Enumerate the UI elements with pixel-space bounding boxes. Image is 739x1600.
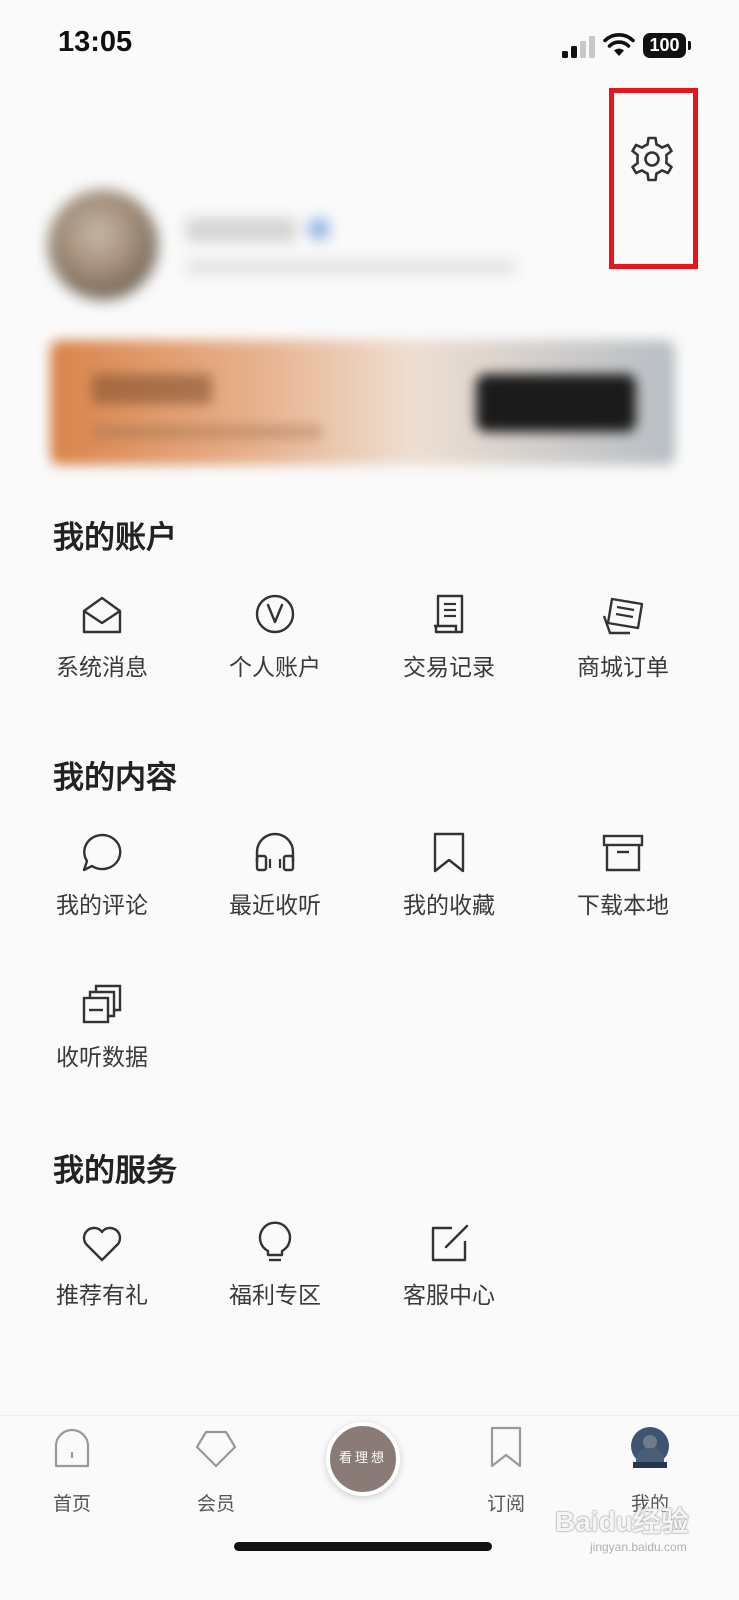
section-title-account: 我的账户 <box>53 520 177 556</box>
profile-description-blurred <box>186 260 516 274</box>
tab-label: 首页 <box>52 1493 91 1515</box>
section-title-content: 我的内容 <box>53 760 177 796</box>
grid-item-customer-service[interactable]: 客服中心 <box>384 1218 514 1328</box>
envelope-open-icon <box>77 590 127 640</box>
grid-item-referral-gift[interactable]: 推荐有礼 <box>37 1218 167 1328</box>
grid-item-my-comments[interactable]: 我的评论 <box>37 828 167 938</box>
tab-subscriptions[interactable]: 订阅 <box>456 1426 556 1516</box>
tab-label: 会员 <box>196 1493 235 1515</box>
tab-membership[interactable]: 会员 <box>166 1426 266 1516</box>
grid-item-transactions[interactable]: 交易记录 <box>384 590 514 700</box>
lightbulb-icon <box>250 1218 300 1268</box>
grid-label: 客服中心 <box>403 1283 495 1309</box>
status-bar: 13:05 100 <box>0 0 739 92</box>
watermark-url: jingyan.baidu.com <box>590 1540 687 1554</box>
status-time: 13:05 <box>58 26 133 58</box>
center-brand-button[interactable]: 看理想 <box>326 1422 400 1496</box>
banner-action-button[interactable] <box>476 374 636 432</box>
battery-level: 100 <box>643 33 686 58</box>
grid-item-mall-orders[interactable]: 商城订单 <box>558 590 688 700</box>
chat-bubble-icon <box>77 828 127 878</box>
gear-icon[interactable] <box>627 134 677 184</box>
edit-square-icon <box>424 1218 474 1268</box>
grid-item-my-favorites[interactable]: 我的收藏 <box>384 828 514 938</box>
v-circle-icon <box>250 590 300 640</box>
bookmark-icon <box>490 1426 522 1468</box>
home-icon <box>54 1428 90 1468</box>
banner-title-blurred <box>92 374 212 404</box>
battery-icon: 100 <box>643 33 691 58</box>
grid-item-downloads[interactable]: 下载本地 <box>558 828 688 938</box>
stacked-cards-icon <box>77 980 127 1030</box>
banner-subtitle-blurred <box>92 426 322 438</box>
grid-item-benefits-zone[interactable]: 福利专区 <box>210 1218 340 1328</box>
grid-label: 下载本地 <box>577 893 669 919</box>
grid-item-personal-account[interactable]: 个人账户 <box>210 590 340 700</box>
avatar-icon <box>631 1427 669 1468</box>
grid-label: 商城订单 <box>577 655 669 681</box>
grid-label: 我的收藏 <box>403 893 495 919</box>
grid-label: 我的评论 <box>56 893 148 919</box>
receipt-icon <box>424 590 474 640</box>
grid-label: 福利专区 <box>229 1283 321 1309</box>
archive-box-icon <box>598 828 648 878</box>
membership-banner[interactable] <box>50 340 675 465</box>
wifi-icon <box>603 33 635 56</box>
grid-label: 收听数据 <box>56 1045 148 1071</box>
section-title-services: 我的服务 <box>53 1153 177 1189</box>
username-blurred <box>186 218 296 242</box>
grid-label: 最近收听 <box>229 893 321 919</box>
cellular-signal-icon <box>562 36 595 58</box>
profile-header[interactable] <box>40 190 560 305</box>
bookmark-icon <box>424 828 474 878</box>
grid-label: 系统消息 <box>56 655 148 681</box>
grid-item-recent-listening[interactable]: 最近收听 <box>210 828 340 938</box>
battery-tip <box>688 41 691 50</box>
home-indicator <box>234 1542 492 1551</box>
grid-label: 推荐有礼 <box>56 1283 148 1309</box>
order-list-icon <box>598 590 648 640</box>
pentagon-icon <box>196 1430 236 1468</box>
heart-icon <box>77 1218 127 1268</box>
verified-badge-icon <box>308 218 330 240</box>
tab-home[interactable]: 首页 <box>22 1426 122 1516</box>
grid-label: 个人账户 <box>229 655 321 681</box>
grid-label: 交易记录 <box>403 655 495 681</box>
avatar[interactable] <box>48 190 158 300</box>
tab-label: 订阅 <box>486 1493 525 1515</box>
grid-item-listening-data[interactable]: 收听数据 <box>37 980 167 1090</box>
headphones-icon <box>250 828 300 878</box>
grid-item-system-messages[interactable]: 系统消息 <box>37 590 167 700</box>
